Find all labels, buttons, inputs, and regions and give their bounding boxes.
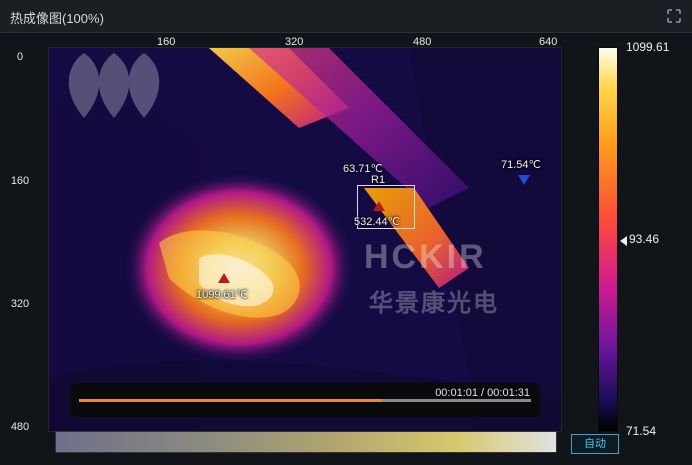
watermark-logo [68,53,160,118]
y-tick-480: 480 [10,421,30,433]
max-temp-marker [218,273,230,283]
thermal-image[interactable]: HCKIR 华景康光电 63.71℃ R1 532.44℃ 1099.61℃ 7… [48,47,562,432]
y-tick-0: 0 [16,51,24,63]
color-scale-bar [598,47,618,432]
timeline-strip[interactable] [55,431,557,453]
y-tick-320: 320 [10,298,30,310]
video-player-bar[interactable]: 00:01:01 / 00:01:31 [70,383,540,417]
roi-max-marker [373,201,385,211]
color-scale-current: 93.46 [629,232,660,246]
playback-time: 00:01:01 / 00:01:31 [435,387,530,399]
expand-icon[interactable] [666,8,682,24]
window-titlebar: 热成像图(100%) [0,0,692,33]
scale-pointer-icon [620,236,627,246]
auto-button[interactable]: 自动 [571,434,619,454]
roi-label: R1 [371,174,386,186]
roi-max-temp: 532.44℃ [354,216,400,228]
y-tick-160: 160 [10,175,30,187]
progress-fill [79,399,382,402]
window-title: 热成像图(100%) [10,11,104,26]
min-temp-label: 71.54℃ [501,159,541,171]
max-temp-label: 1099.61℃ [196,289,249,301]
watermark-subtitle: 华景康光电 [369,290,499,317]
color-scale-min: 71.54 [626,424,657,438]
watermark-brand-text: HCKIR [364,238,487,276]
min-temp-marker [518,175,530,185]
color-scale-max: 1099.61 [626,40,670,54]
